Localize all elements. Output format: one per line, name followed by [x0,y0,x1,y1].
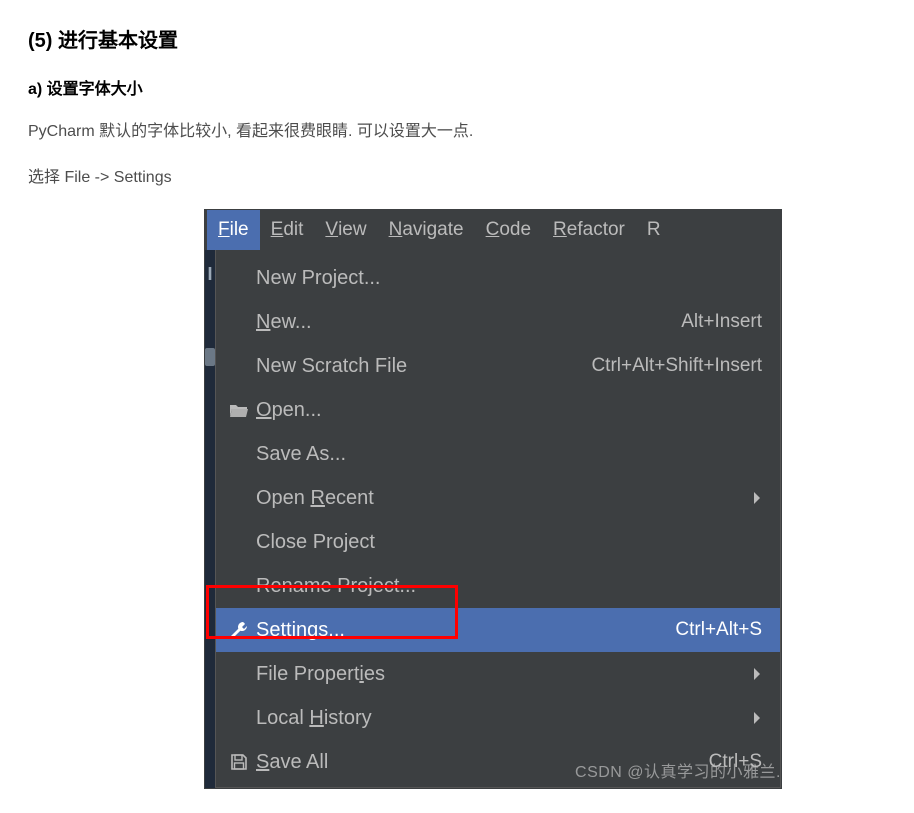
menu-icon-blank [226,663,252,685]
menu-item[interactable]: Settings...Ctrl+Alt+S [216,608,780,652]
save-icon [226,751,252,773]
file-menu-dropdown: New Project...New...Alt+InsertNew Scratc… [215,250,781,788]
chevron-right-icon [752,491,762,505]
paragraph: 选择 File -> Settings [28,163,886,187]
menu-item-shortcut: Ctrl+Alt+S [675,619,762,641]
menu-icon-blank [226,443,252,465]
menu-item[interactable]: Local History [216,696,780,740]
menubar-item[interactable]: Code [475,210,542,250]
menu-item[interactable]: Close Project [216,520,780,564]
menu-icon-blank [226,267,252,289]
menu-item[interactable]: New Project... [216,256,780,300]
chevron-right-icon [752,667,762,681]
menu-item[interactable]: Rename Project... [216,564,780,608]
menu-item-label: Local History [256,707,744,730]
menu-item[interactable]: Save As... [216,432,780,476]
menu-item[interactable]: New...Alt+Insert [216,300,780,344]
menu-item[interactable]: Save AllCtrl+S [216,740,780,784]
menubar: FileEditViewNavigateCodeRefactorR [205,210,781,250]
menu-icon-blank [226,707,252,729]
section-heading: (5) 进行基本设置 [28,24,886,53]
menubar-item[interactable]: Edit [260,210,315,250]
menu-item-label: New Scratch File [256,355,591,378]
menu-item-shortcut: Ctrl+Alt+Shift+Insert [591,355,762,377]
menu-item-label: Save All [256,751,709,774]
menu-item-label: Save As... [256,443,762,466]
menu-item[interactable]: New Scratch FileCtrl+Alt+Shift+Insert [216,344,780,388]
subsection-heading: a) 设置字体大小 [28,75,886,99]
menu-item[interactable]: Open... [216,388,780,432]
menu-icon-blank [226,355,252,377]
menubar-item[interactable]: Refactor [542,210,636,250]
menu-item-label: Close Project [256,531,762,554]
menu-item-label: New Project... [256,267,762,290]
menu-icon-blank [226,575,252,597]
ide-strip-glyph [205,348,215,366]
menu-icon-blank [226,487,252,509]
menubar-item[interactable]: R [636,210,672,250]
menu-item[interactable]: Open Recent [216,476,780,520]
pycharm-screenshot: FileEditViewNavigateCodeRefactorR I New … [204,209,782,789]
folder-open-icon [226,399,252,421]
menu-item-label: Settings... [256,619,675,642]
menu-item-label: File Properties [256,663,744,686]
menu-item-label: Open Recent [256,487,744,510]
menu-icon-blank [226,531,252,553]
menu-item-shortcut: Alt+Insert [681,311,762,333]
menu-icon-blank [226,311,252,333]
wrench-icon [226,619,252,641]
menu-item[interactable]: File Properties [216,652,780,696]
menu-item-label: New... [256,311,681,334]
menu-item-label: Open... [256,399,762,422]
chevron-right-icon [752,711,762,725]
menubar-item[interactable]: Navigate [378,210,475,250]
ide-strip-glyph: I [205,264,215,294]
ide-left-strip: I [205,250,215,788]
menubar-item[interactable]: View [314,210,377,250]
menu-item-shortcut: Ctrl+S [709,751,762,773]
paragraph: PyCharm 默认的字体比较小, 看起来很费眼睛. 可以设置大一点. [28,117,886,141]
menu-item-label: Rename Project... [256,575,762,598]
menubar-item[interactable]: File [207,210,260,250]
